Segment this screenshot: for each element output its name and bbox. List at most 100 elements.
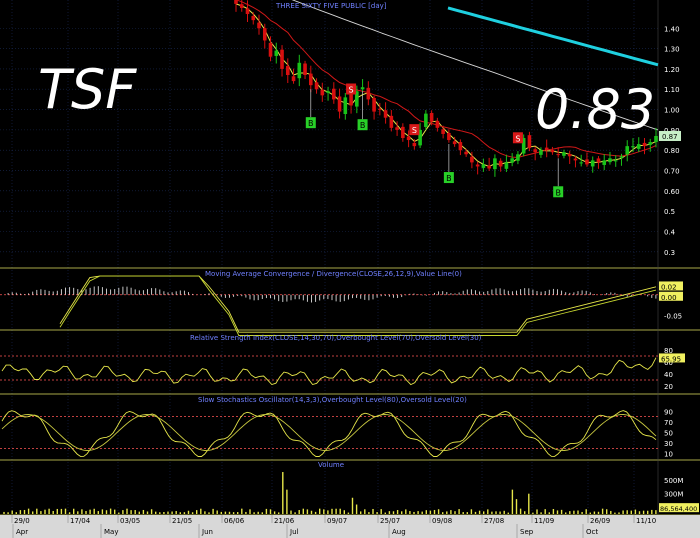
- buy-signal-label: B: [555, 188, 561, 197]
- month-tick-label: Jun: [201, 528, 213, 536]
- candle-body: [516, 154, 520, 161]
- candle-body: [504, 162, 509, 169]
- date-tick-label: 25/07: [380, 517, 400, 525]
- candle-body: [510, 158, 514, 163]
- rsi-value-label: 65.95: [661, 355, 681, 363]
- price-tick-label: 0.5: [664, 208, 675, 216]
- candle-body: [625, 146, 630, 155]
- candle-body: [378, 108, 382, 110]
- sell-signal-label: S: [412, 126, 417, 135]
- sell-signal-label: S: [515, 134, 520, 143]
- date-tick-label: 26/09: [590, 517, 610, 525]
- candle-body: [262, 28, 267, 41]
- candle-body: [539, 150, 543, 155]
- rsi-tick-label: 20: [664, 383, 673, 391]
- candle-body: [337, 96, 342, 112]
- candle-body: [303, 63, 307, 76]
- price-tick-label: 0.4: [664, 229, 676, 237]
- date-tick-label: 29/0: [14, 517, 30, 525]
- price-tick-label: 0.3: [664, 249, 675, 257]
- candle-body: [297, 62, 302, 79]
- price-tick-label: 0.60: [664, 188, 680, 196]
- candle-body: [291, 76, 296, 82]
- price-tick-label: 0.70: [664, 168, 680, 176]
- candle-body: [573, 158, 578, 161]
- candle-body: [406, 136, 411, 141]
- date-tick-label: 11/10: [636, 517, 656, 525]
- date-tick-label: 17/04: [70, 517, 91, 525]
- date-tick-label: 21/06: [274, 517, 295, 525]
- stock-chart: B BBBSSS 1.401.301.201.101.000.900.800.70…: [0, 0, 700, 538]
- rsi-panel-title: Relative Strength Index(CLOSE,14,30,70),…: [190, 334, 482, 342]
- candle-body: [544, 147, 549, 151]
- stochastic-panel-title: Slow Stochastics Oscillator(14,3,3),Over…: [198, 396, 467, 404]
- candle-body: [412, 142, 417, 147]
- candle-body: [366, 87, 371, 100]
- rsi-tick-label: 40: [664, 371, 673, 379]
- candle-body: [280, 49, 284, 69]
- stochastic-tick-label: 90: [664, 408, 673, 416]
- candle-body: [320, 89, 325, 96]
- candle-body: [441, 129, 445, 134]
- candle-body: [613, 160, 618, 162]
- candle-body: [493, 158, 497, 170]
- price-tick-label: 1.10: [664, 86, 680, 94]
- candle-body: [527, 135, 532, 149]
- candle-body: [239, 4, 244, 8]
- month-tick-label: Apr: [16, 528, 28, 536]
- date-tick-label: 03/05: [120, 517, 140, 525]
- price-panel-title: THREE SIXTY FIVE PUBLIC [day]: [275, 2, 387, 10]
- stochastic-tick-label: 50: [664, 430, 673, 438]
- candle-body: [464, 151, 468, 155]
- month-tick-label: Sep: [520, 528, 534, 536]
- volume-tick-label: 500M: [664, 477, 683, 485]
- candle-body: [585, 159, 589, 165]
- stochastic-tick-label: 70: [664, 419, 673, 427]
- macd-tick-label: -0.05: [664, 313, 682, 321]
- candle-body: [579, 162, 584, 164]
- candle-body: [475, 164, 480, 167]
- candle-body: [285, 65, 290, 76]
- candle-body: [550, 150, 555, 153]
- candle-body: [274, 50, 279, 56]
- candle-body: [389, 115, 394, 128]
- last-price-label: 0.83: [535, 78, 655, 141]
- candle-body: [268, 42, 273, 57]
- buy-signal-label: B: [308, 119, 314, 128]
- candle-body: [401, 126, 405, 139]
- candle-body: [567, 153, 572, 157]
- candle-body: [332, 88, 336, 100]
- candle-body: [562, 152, 566, 156]
- candle-body: [257, 22, 261, 29]
- candle-body: [452, 141, 457, 145]
- candle-body: [251, 16, 256, 21]
- month-tick-label: May: [104, 528, 118, 536]
- candle-body: [556, 154, 560, 156]
- macd-signal-value-label: 0.00: [661, 294, 677, 302]
- price-tick-label: 0.80: [664, 147, 680, 155]
- date-tick-label: 27/08: [484, 517, 504, 525]
- symbol-label: TSF: [38, 58, 137, 121]
- candle-body: [596, 158, 601, 163]
- candle-body: [372, 97, 376, 112]
- candle-body: [498, 160, 503, 167]
- date-axis: 29/0 17/04 03/05 21/05 06/06 21/06 09/07 25/07 0…: [0, 515, 700, 538]
- month-tick-label: Oct: [586, 528, 598, 536]
- candle-body: [602, 160, 607, 165]
- candle-body: [487, 165, 491, 169]
- buy-signal-label: B: [360, 121, 366, 130]
- volume-value-label: 86,564,400: [660, 505, 697, 513]
- candle-body: [360, 87, 365, 90]
- volume-tick-label: 300M: [664, 491, 683, 499]
- buy-signal-label: B: [446, 174, 452, 183]
- price-tick-label: 1.00: [664, 107, 680, 115]
- candle-body: [343, 97, 348, 115]
- price-tick-label: 1.30: [664, 46, 680, 54]
- price-tick-label: 1.40: [664, 25, 680, 33]
- date-tick-label: 09/08: [432, 517, 452, 525]
- candle-body: [608, 158, 612, 163]
- candle-body: [648, 142, 653, 145]
- stochastic-tick-label: 30: [664, 440, 673, 448]
- candle-body: [395, 127, 399, 130]
- candle-body: [470, 156, 474, 163]
